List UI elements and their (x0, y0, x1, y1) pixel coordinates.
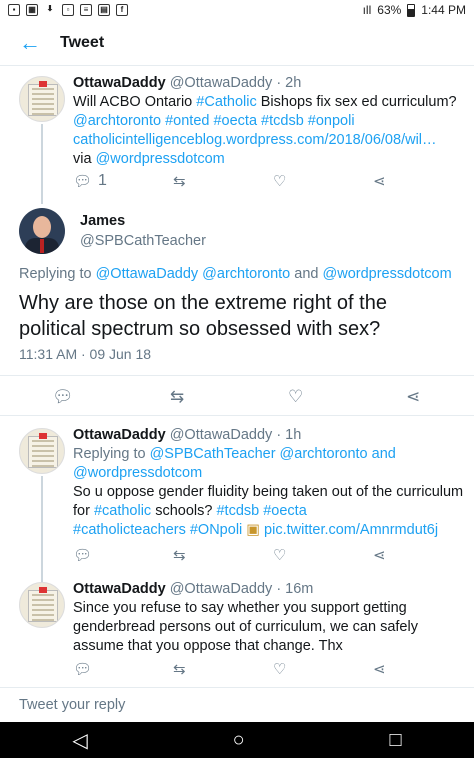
replying-to-link[interactable]: @SPBCathTeacher @archtoronto (150, 446, 368, 462)
tweet-text: Since you refuse to say whether you supp… (73, 600, 418, 654)
back-arrow-icon[interactable]: ← (0, 30, 60, 56)
reply-action[interactable]: 💬︎ 1 (73, 172, 107, 190)
package-icon: ▣ (246, 522, 260, 538)
reply-icon[interactable]: 💬︎ (73, 172, 92, 190)
heart-icon[interactable]: ♡ (288, 387, 303, 407)
heart-icon[interactable]: ♡ (273, 172, 286, 190)
replying-to: Replying to @SPBCathTeacher @archtoronto… (73, 446, 396, 462)
battery-percent: 63% (377, 3, 402, 17)
home-icon[interactable]: ○ (233, 729, 245, 752)
reply-input[interactable]: Tweet your reply (0, 687, 474, 721)
pic-link[interactable]: pic.twitter.com/Amnrmdut6j (264, 522, 438, 538)
hashtag-link[interactable]: #catholicteachers #ONpoli (73, 522, 242, 538)
avatar[interactable] (19, 582, 65, 628)
main-tweet-text: Why are those on the extreme right of th… (19, 292, 387, 340)
hashtag-link[interactable]: #tcdsb #oecta (216, 503, 306, 519)
hashtag-link[interactable]: #catholic (94, 503, 151, 519)
notification-icon: ▪ (8, 4, 20, 16)
tweet-time: · 1h (276, 427, 302, 443)
reply-icon[interactable]: 💬︎ (52, 387, 74, 407)
retweet-action[interactable]: ⇆ (173, 172, 186, 190)
reply-action[interactable]: 💬︎ (52, 387, 74, 407)
page-title: Tweet (60, 33, 105, 51)
tweet-text: So u oppose gender fluidity being taken … (73, 484, 464, 519)
like-action[interactable]: ♡ (273, 172, 286, 190)
reply-tweet[interactable]: OttawaDaddy @OttawaDaddy · 16m Since you… (0, 576, 474, 686)
main-user-handle[interactable]: @SPBCathTeacher (80, 233, 206, 249)
retweet-icon[interactable]: ⇆ (173, 172, 186, 190)
tweet-time: · 16m (276, 581, 314, 597)
parent-tweet[interactable]: OttawaDaddy @OttawaDaddy · 2h Will ACBO … (0, 66, 474, 204)
avatar[interactable] (19, 428, 65, 474)
avatar[interactable] (19, 208, 65, 254)
download-icon: ⬇ (46, 4, 54, 13)
signal-icon: ıll (362, 3, 372, 17)
divider (0, 375, 474, 376)
heart-icon[interactable]: ♡ (273, 660, 286, 678)
hashtag-link[interactable]: #Catholic (196, 94, 256, 110)
facebook-icon: f (116, 4, 128, 16)
share-icon[interactable]: ⋖ (373, 172, 386, 190)
status-bar: ▪ ▦ ⬇ ▫ ≡ ▤ f ıll 63% 1:44 PM (0, 0, 474, 20)
reply-count: 1 (98, 172, 107, 189)
share-action[interactable]: ⋖ (373, 546, 386, 564)
mentions-link[interactable]: @archtoronto #onted #oecta #tcdsb #onpol… (73, 112, 464, 131)
share-icon[interactable]: ⋖ (406, 387, 420, 407)
retweet-action[interactable]: ⇆ (173, 546, 186, 564)
main-display-name[interactable]: James (80, 213, 125, 229)
replying-to-link[interactable]: @wordpressdotcom (323, 266, 452, 282)
display-name[interactable]: OttawaDaddy (73, 75, 166, 91)
share-action[interactable]: ⋖ (406, 387, 420, 407)
retweet-action[interactable]: ⇆ (170, 387, 184, 407)
reply-action[interactable]: 💬︎ (73, 546, 92, 564)
retweet-icon[interactable]: ⇆ (173, 660, 186, 678)
share-icon[interactable]: ⋖ (373, 546, 386, 564)
app-icon: ▫ (62, 4, 74, 16)
replying-to-link[interactable]: @wordpressdotcom (73, 464, 464, 483)
display-name[interactable]: OttawaDaddy (73, 427, 166, 443)
user-handle[interactable]: @OttawaDaddy (170, 427, 273, 443)
retweet-icon[interactable]: ⇆ (170, 387, 184, 407)
reply-icon[interactable]: 💬︎ (73, 660, 92, 678)
reply-icon[interactable]: 💬︎ (73, 546, 92, 564)
main-tweet-timestamp: 11:31 AM · 09 Jun 18 (19, 346, 152, 362)
article-link[interactable]: catholicintelligenceblog.wordpress.com/2… (73, 131, 464, 150)
avatar[interactable] (19, 76, 65, 122)
replying-to: Replying to @OttawaDaddy @archtoronto an… (19, 266, 452, 282)
share-icon[interactable]: ⋖ (373, 660, 386, 678)
like-action[interactable]: ♡ (273, 546, 286, 564)
thread-line (41, 476, 43, 582)
notification-icons: ▪ ▦ ⬇ ▫ ≡ ▤ f (8, 4, 128, 16)
display-name[interactable]: OttawaDaddy (73, 581, 166, 597)
tweet-text: Will ACBO Ontario #Catholic Bishops fix … (73, 94, 457, 110)
reply-action[interactable]: 💬︎ (73, 660, 92, 678)
news-icon: ▤ (98, 4, 110, 16)
user-handle[interactable]: @OttawaDaddy (170, 75, 273, 91)
thread-line (41, 124, 43, 204)
retweet-action[interactable]: ⇆ (173, 660, 186, 678)
like-action[interactable]: ♡ (288, 387, 303, 407)
clock: 1:44 PM (421, 3, 466, 17)
heart-icon[interactable]: ♡ (273, 546, 286, 564)
share-action[interactable]: ⋖ (373, 660, 386, 678)
message-icon: ≡ (80, 4, 92, 16)
share-action[interactable]: ⋖ (373, 172, 386, 190)
like-action[interactable]: ♡ (273, 660, 286, 678)
recent-apps-icon[interactable]: □ (389, 729, 401, 752)
retweet-icon[interactable]: ⇆ (173, 546, 186, 564)
battery-icon (407, 3, 416, 17)
system-nav-bar: ◁ ○ □ (0, 722, 474, 758)
via-mention-link[interactable]: @wordpressdotcom (96, 151, 225, 167)
calendar-icon: ▦ (26, 4, 38, 16)
app-header: ← Tweet (0, 20, 474, 66)
reply-placeholder[interactable]: Tweet your reply (19, 697, 125, 713)
user-handle[interactable]: @OttawaDaddy (170, 581, 273, 597)
back-icon[interactable]: ◁ (72, 728, 87, 753)
reply-tweet[interactable]: OttawaDaddy @OttawaDaddy · 1h Replying t… (0, 416, 474, 582)
replying-to-link[interactable]: @OttawaDaddy @archtoronto (96, 266, 291, 282)
tweet-time: · 2h (276, 75, 302, 91)
